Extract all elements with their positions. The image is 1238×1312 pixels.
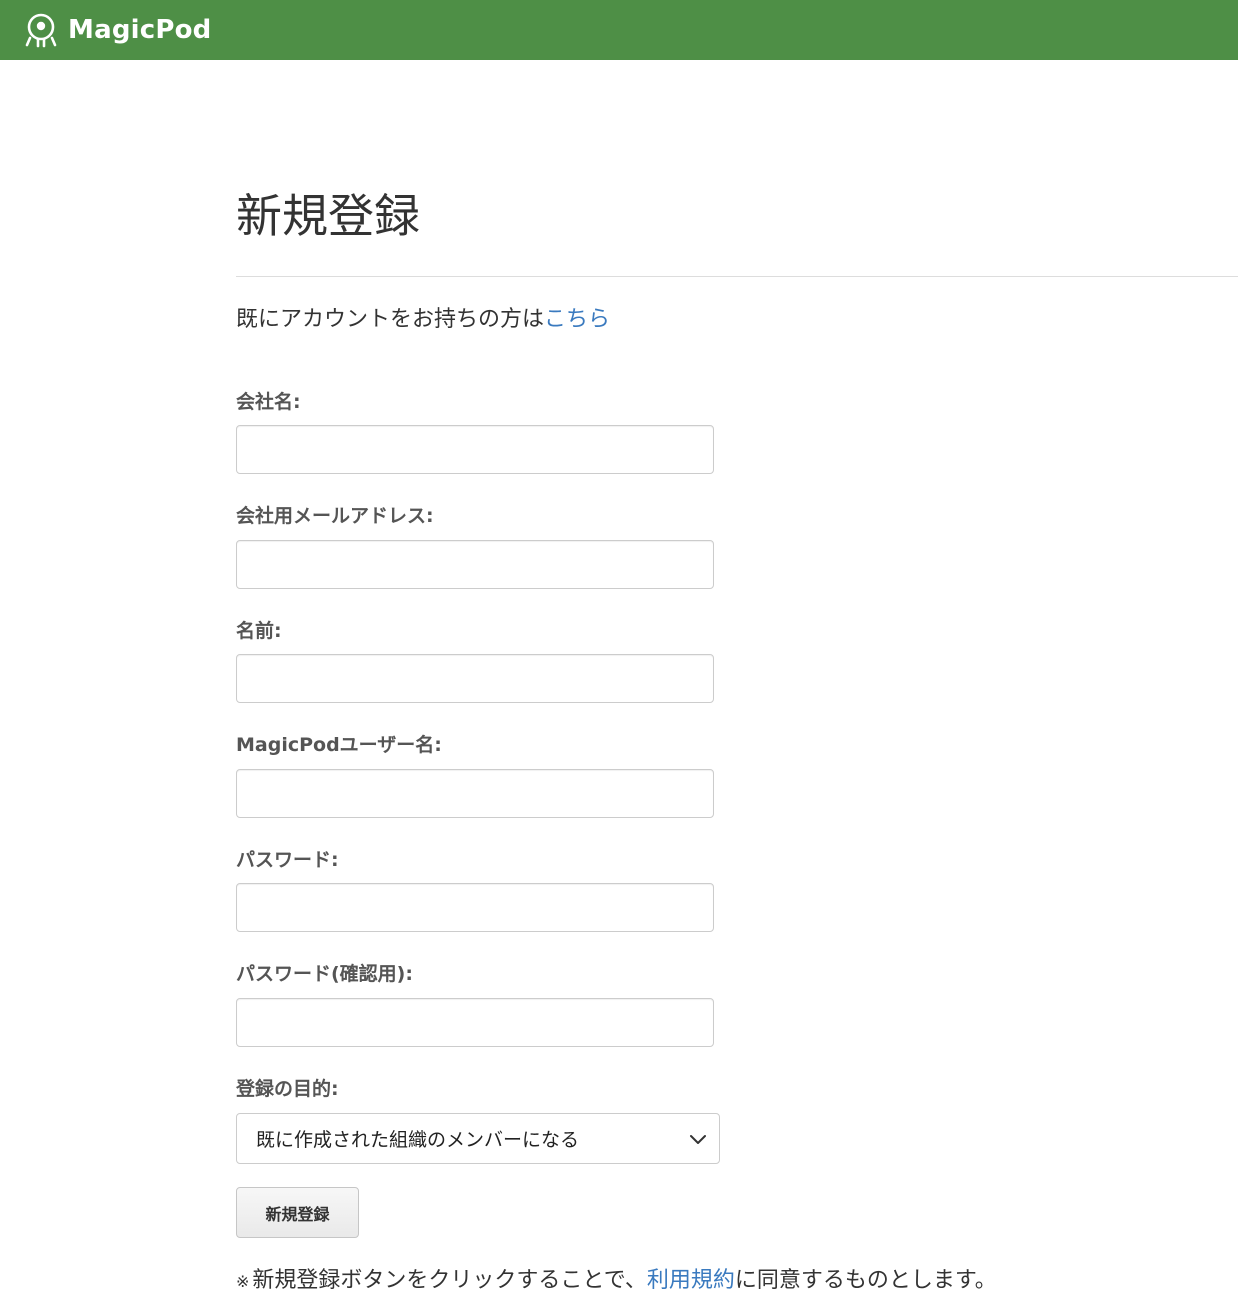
purpose-label: 登録の目的: <box>236 1078 339 1100</box>
signup-submit-button[interactable]: 新規登録 <box>236 1187 359 1238</box>
login-link[interactable]: こちら <box>544 307 610 332</box>
login-prompt-text: 既にアカウントをお持ちの方は <box>236 307 545 332</box>
purpose-selected-value: 既に作成された組織のメンバーになる <box>256 1129 580 1151</box>
terms-prefix: 新規登録ボタンをクリックすることで、 <box>252 1268 647 1293</box>
magicpod-logo-icon <box>22 11 60 49</box>
username-input[interactable] <box>236 769 714 818</box>
login-prompt: 既にアカウントをお持ちの方はこちら <box>236 302 610 338</box>
terms-link[interactable]: 利用規約 <box>647 1268 735 1293</box>
company-email-label: 会社用メールアドレス: <box>236 505 434 527</box>
name-input[interactable] <box>236 654 714 703</box>
username-label: MagicPodユーザー名: <box>236 734 442 756</box>
note-mark: ※ <box>236 1272 250 1291</box>
page-title: 新規登録 <box>236 189 420 243</box>
company-email-input[interactable] <box>236 540 714 589</box>
terms-notice: ※ 新規登録ボタンをクリックすることで、利用規約に同意するものとします。 <box>236 1263 997 1300</box>
password-confirm-input[interactable] <box>236 998 714 1047</box>
password-label: パスワード: <box>236 849 339 871</box>
top-navbar: MagicPod <box>0 0 1238 60</box>
company-name-input[interactable] <box>236 425 714 474</box>
brand-name: MagicPod <box>68 15 212 45</box>
title-divider <box>236 276 1238 277</box>
brand-logo-link[interactable]: MagicPod <box>22 10 211 50</box>
name-label: 名前: <box>236 620 282 642</box>
purpose-select[interactable]: 既に作成された組織のメンバーになる <box>236 1113 720 1164</box>
chevron-down-icon <box>689 1130 707 1148</box>
password-confirm-label: パスワード(確認用): <box>236 963 413 985</box>
company-name-label: 会社名: <box>236 391 301 413</box>
terms-suffix: に同意するものとします。 <box>734 1268 997 1293</box>
password-input[interactable] <box>236 883 714 932</box>
